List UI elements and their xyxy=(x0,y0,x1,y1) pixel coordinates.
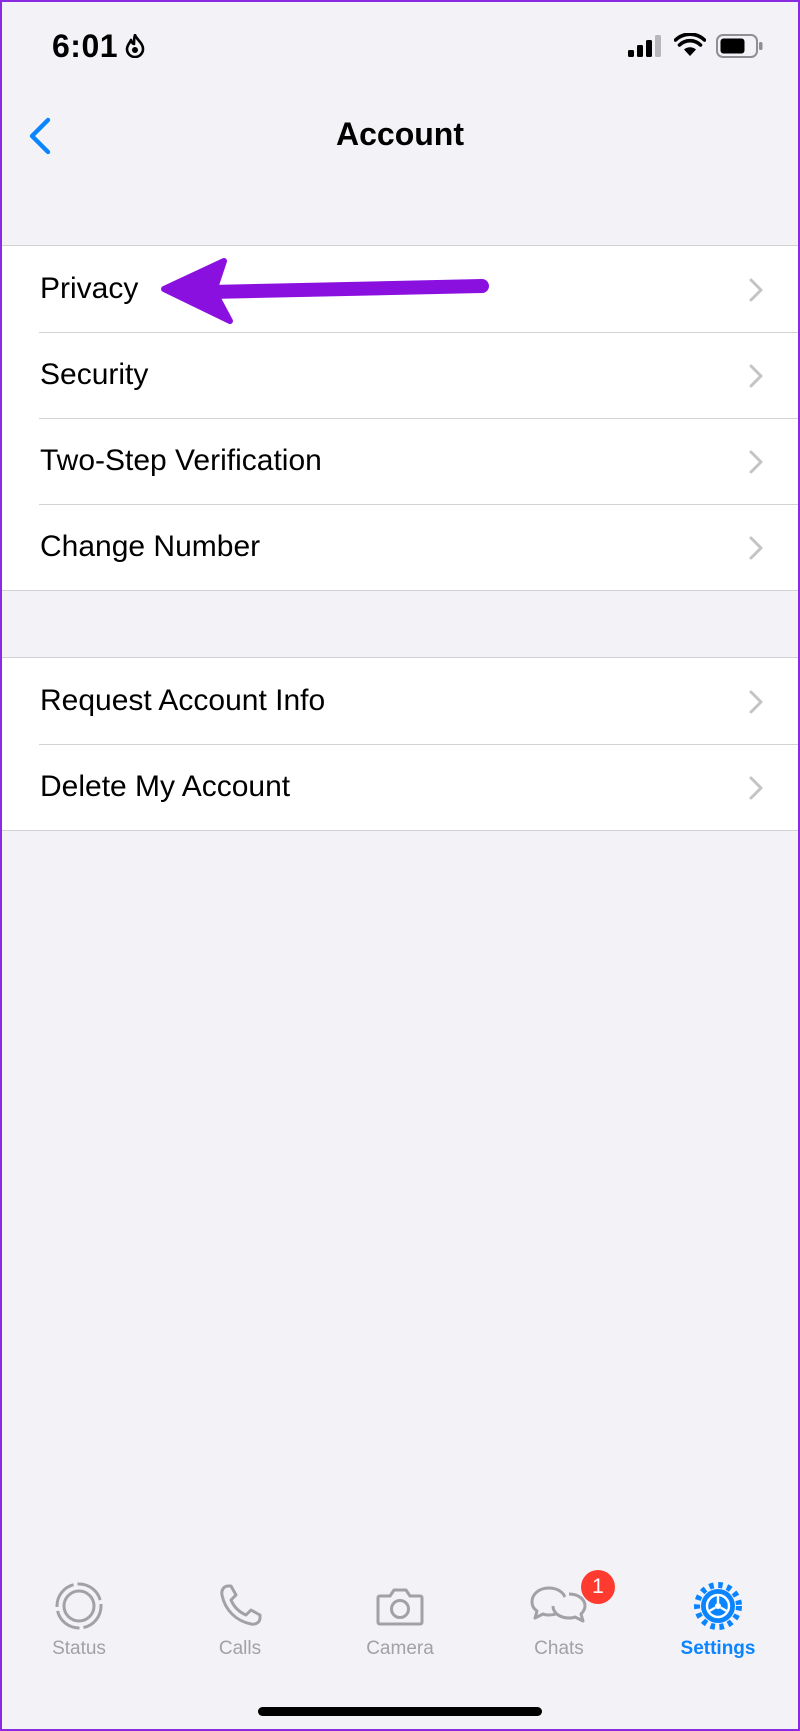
page-title: Account xyxy=(336,116,464,152)
chevron-right-icon xyxy=(749,450,763,474)
battery-icon xyxy=(716,34,763,58)
tab-settings[interactable]: Settings xyxy=(658,1580,778,1660)
unread-badge: 1 xyxy=(581,1570,615,1604)
row-label-security: Security xyxy=(40,358,149,391)
request-account-info-row[interactable]: Request Account Info xyxy=(2,658,798,744)
change-number-row[interactable]: Change Number xyxy=(2,504,798,590)
wifi-icon xyxy=(674,33,706,56)
chevron-right-icon xyxy=(749,536,763,560)
tab-camera[interactable]: Camera xyxy=(340,1580,460,1660)
camera-icon xyxy=(376,1588,424,1626)
row-label-change-number: Change Number xyxy=(40,530,261,563)
navigation-bar: Account xyxy=(0,100,800,172)
chat-bubbles-icon xyxy=(530,1586,587,1623)
tab-status[interactable]: Status xyxy=(19,1580,139,1660)
status-icon xyxy=(55,1582,103,1630)
flame-icon xyxy=(125,34,145,58)
two-step-verification-row[interactable]: Two-Step Verification xyxy=(2,418,798,504)
chevron-right-icon xyxy=(749,278,763,302)
tab-label-status: Status xyxy=(52,1638,106,1659)
status-time: 6:01 xyxy=(52,28,119,64)
delete-my-account-row[interactable]: Delete My Account xyxy=(2,744,798,830)
tab-bar: Status Calls Camera 1 Chats Settings xyxy=(0,1560,800,1731)
tab-label-calls: Calls xyxy=(218,1638,262,1659)
account-data-group: Request Account Info Delete My Account xyxy=(2,657,798,831)
row-label-two-step-verification: Two-Step Verification xyxy=(40,444,322,477)
tab-label-chats: Chats xyxy=(534,1638,584,1659)
status-bar: 6:01 xyxy=(0,0,800,100)
phone-icon xyxy=(220,1584,262,1626)
row-label-delete-my-account: Delete My Account xyxy=(40,770,291,803)
tab-label-camera: Camera xyxy=(366,1638,434,1659)
row-label-request-account-info: Request Account Info xyxy=(40,684,326,717)
tab-label-settings: Settings xyxy=(680,1638,756,1659)
tab-chats[interactable]: 1 Chats xyxy=(499,1570,619,1660)
home-indicator[interactable] xyxy=(258,1707,542,1716)
row-label-privacy: Privacy xyxy=(40,272,139,305)
chevron-right-icon xyxy=(749,364,763,388)
chevron-right-icon xyxy=(749,690,763,714)
security-row[interactable]: Security xyxy=(2,332,798,418)
annotation-arrow-icon xyxy=(161,258,489,324)
chevron-right-icon xyxy=(749,776,763,800)
gear-icon xyxy=(694,1582,742,1630)
signal-icon xyxy=(628,35,661,57)
tab-calls[interactable]: Calls xyxy=(180,1580,300,1660)
